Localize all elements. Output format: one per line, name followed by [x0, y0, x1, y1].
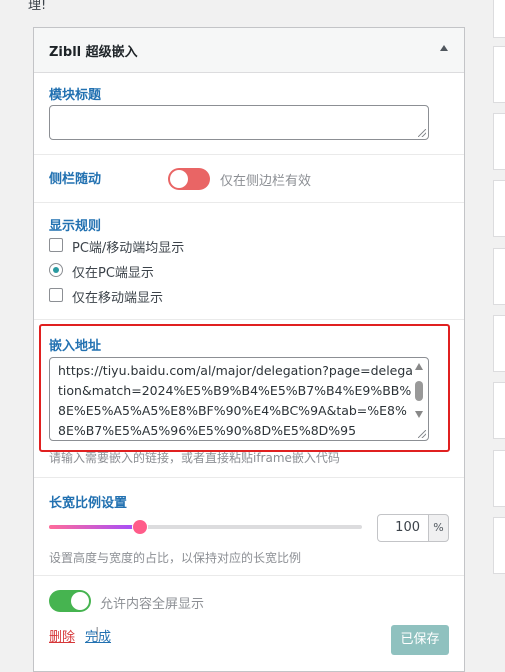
radio-selected-dot	[53, 267, 59, 273]
right-column-panel	[493, 248, 505, 305]
right-column-panel	[493, 315, 505, 372]
top-partial-text: 理!	[28, 0, 47, 13]
right-column-panel	[493, 113, 505, 170]
option-label: 仅在PC端显示	[72, 266, 154, 281]
resize-handle-icon[interactable]	[418, 129, 426, 137]
aspect-ratio-hint: 设置高度与宽度的占比，以保持对应的长宽比例	[49, 551, 302, 565]
highlight-box	[39, 324, 450, 452]
right-column-panel	[493, 517, 505, 574]
fullscreen-toggle[interactable]	[49, 590, 91, 612]
option-label: PC端/移动端均显示	[72, 241, 185, 256]
aspect-ratio-input[interactable]: 100	[377, 514, 429, 542]
aspect-ratio-slider[interactable]	[49, 520, 362, 534]
display-rules-label: 显示规则	[49, 219, 102, 234]
collapse-caret-icon[interactable]	[440, 45, 448, 51]
widget-title: Zibll 超级嵌入	[49, 45, 138, 60]
option-label: 仅在移动端显示	[72, 291, 164, 306]
checkbox[interactable]	[49, 288, 63, 302]
radio-button[interactable]	[49, 263, 63, 277]
checkbox[interactable]	[49, 238, 63, 252]
right-column-panel	[493, 0, 505, 38]
module-title-section: 模块标题	[34, 73, 464, 155]
widget-header[interactable]: Zibll 超级嵌入	[34, 28, 464, 73]
slider-fill	[49, 525, 140, 529]
aspect-ratio-label: 长宽比例设置	[49, 496, 128, 511]
module-title-input[interactable]	[49, 105, 429, 140]
sidebar-follow-section: 侧栏随动 仅在侧边栏有效	[34, 155, 464, 203]
toggle-knob	[71, 592, 89, 610]
display-rules-section: 显示规则 PC端/移动端均显示 仅在PC端显示 仅在移动端显示	[34, 203, 464, 320]
module-title-label: 模块标题	[49, 88, 102, 103]
sidebar-follow-toggle[interactable]	[168, 168, 210, 190]
done-link[interactable]: 完成	[85, 626, 111, 645]
sidebar-follow-label: 侧栏随动	[49, 172, 102, 187]
right-column-panel	[493, 450, 505, 507]
delete-link[interactable]: 删除	[49, 626, 75, 645]
sidebar-follow-note: 仅在侧边栏有效	[220, 174, 312, 189]
right-column-panel	[493, 180, 505, 237]
slider-handle[interactable]	[133, 520, 147, 534]
fullscreen-label: 允许内容全屏显示	[100, 597, 205, 612]
toggle-knob	[170, 170, 188, 188]
save-button[interactable]: 已保存	[391, 625, 449, 655]
right-column-panel	[493, 46, 505, 103]
right-column-panel	[493, 382, 505, 439]
aspect-ratio-unit: %	[428, 514, 449, 542]
